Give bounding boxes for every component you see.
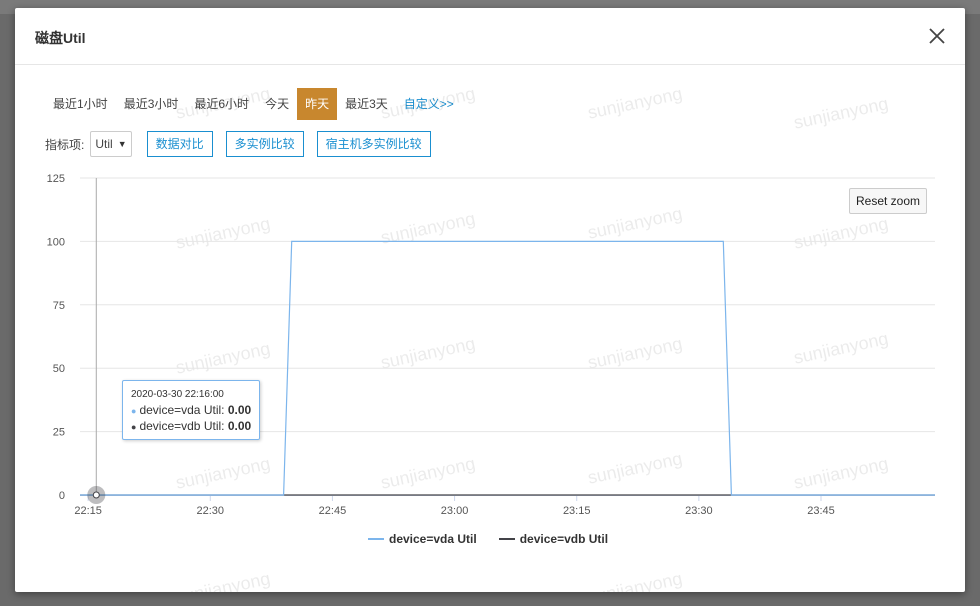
host-multi-instance-compare-button[interactable]: 宿主机多实例比较 bbox=[316, 131, 431, 157]
x-tick-label: 23:45 bbox=[807, 505, 835, 517]
util-line-chart[interactable]: 0 25 50 75 100 125 22:15 22:30 22:45 23:00 23:15 23… bbox=[15, 168, 965, 578]
caret-down-icon: ▼ bbox=[117, 139, 127, 149]
y-tick-label: 50 bbox=[53, 363, 65, 375]
legend-line-icon bbox=[368, 538, 384, 540]
range-last-3h[interactable]: 最近3小时 bbox=[116, 88, 187, 120]
legend-line-icon bbox=[498, 538, 515, 540]
tooltip-time: 2020-03-30 22:16:00 bbox=[131, 389, 224, 400]
range-last-1h[interactable]: 最近1小时 bbox=[45, 88, 116, 120]
x-tick-label: 22:30 bbox=[197, 505, 225, 517]
chart-legend: device=vda Util device=vdb Util bbox=[368, 532, 608, 546]
chart-tooltip: 2020-03-30 22:16:00 ● device=vda Util: 0.… bbox=[122, 380, 261, 440]
tooltip-row-vda: ● device=vda Util: 0.00 bbox=[131, 403, 252, 417]
x-tick-label: 23:00 bbox=[441, 505, 469, 517]
tooltip-row-vdb: ● device=vdb Util: 0.00 bbox=[131, 419, 252, 433]
y-tick-label: 0 bbox=[59, 490, 65, 502]
legend-label-vda: device=vda Util bbox=[389, 532, 477, 546]
series-dot-icon: ● bbox=[131, 406, 137, 416]
tooltip-row-vda-value: 0.00 bbox=[227, 403, 252, 417]
y-tick-label: 25 bbox=[53, 427, 65, 439]
tooltip-row-vda-name: device=vda Util bbox=[139, 403, 222, 417]
legend-item-vdb[interactable]: device=vdb Util bbox=[498, 532, 609, 546]
multi-instance-compare-button[interactable]: 多实例比较 bbox=[225, 131, 304, 157]
x-tick-label: 23:30 bbox=[685, 505, 713, 517]
watermark-text: sunjianyong bbox=[791, 93, 891, 133]
hover-point bbox=[92, 491, 100, 499]
legend-item-vda[interactable]: device=vda Util bbox=[368, 532, 477, 546]
tooltip-row-vdb-value: 0.00 bbox=[227, 419, 252, 433]
range-last-3d[interactable]: 最近3天 bbox=[337, 88, 396, 120]
range-last-6h[interactable]: 最近6小时 bbox=[186, 88, 257, 120]
x-tick-label: 22:45 bbox=[319, 505, 347, 517]
time-range-bar: 最近1小时 最近3小时 最近6小时 今天 昨天 最近3天 自定义>> bbox=[45, 88, 462, 120]
metric-select-value: Util bbox=[95, 137, 113, 151]
watermark-text: sunjianyong bbox=[585, 83, 685, 123]
disk-util-modal: 磁盘Util 最近1小时 最近3小时 最近6小时 今天 昨天 最近3天 自定义>… bbox=[15, 8, 965, 592]
legend-label-vdb: device=vdb Util bbox=[519, 532, 609, 546]
tooltip-row-vdb-name: device=vdb Util bbox=[139, 419, 222, 433]
metric-select[interactable]: Util ▼ bbox=[90, 131, 132, 157]
series-dot-icon: ● bbox=[131, 422, 137, 432]
data-compare-button[interactable]: 数据对比 bbox=[146, 131, 213, 157]
range-today[interactable]: 今天 bbox=[257, 88, 297, 120]
y-tick-label: 100 bbox=[47, 236, 65, 248]
modal-header: 磁盘Util bbox=[15, 8, 965, 65]
y-tick-label: 75 bbox=[53, 300, 65, 312]
x-tick-label: 22:15 bbox=[74, 505, 102, 517]
metric-row: 指标项: Util ▼ 数据对比 多实例比较 宿主机多实例比较 bbox=[45, 130, 444, 158]
range-yesterday[interactable]: 昨天 bbox=[297, 88, 338, 120]
metric-label: 指标项: bbox=[45, 137, 85, 152]
reset-zoom-button[interactable]: Reset zoom bbox=[849, 188, 928, 214]
custom-range-link[interactable]: 自定义>> bbox=[396, 88, 462, 120]
y-tick-label: 125 bbox=[47, 173, 65, 185]
close-icon[interactable] bbox=[925, 24, 949, 48]
modal-title: 磁盘Util bbox=[35, 30, 86, 46]
x-tick-label: 23:15 bbox=[563, 505, 591, 517]
